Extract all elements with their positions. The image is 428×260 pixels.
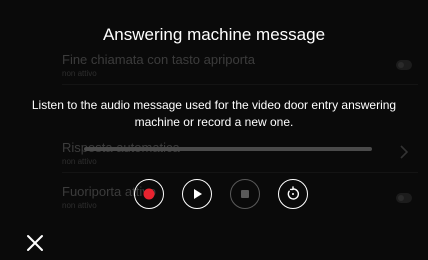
reset-button[interactable] bbox=[278, 179, 308, 209]
stop-icon bbox=[241, 190, 249, 198]
divider bbox=[62, 172, 418, 173]
play-icon bbox=[194, 189, 202, 199]
answering-machine-screen: Fine chiamata con tasto apriporta non at… bbox=[0, 0, 428, 260]
close-button[interactable] bbox=[24, 232, 46, 254]
divider bbox=[62, 84, 418, 85]
toggle-switch bbox=[396, 193, 412, 203]
record-icon bbox=[143, 188, 155, 200]
toggle-switch bbox=[396, 60, 412, 70]
dialog-title: Answering machine message bbox=[102, 25, 326, 44]
list-item: Risposta automatica non attivo bbox=[62, 140, 180, 166]
stop-button[interactable] bbox=[230, 179, 260, 209]
record-button[interactable] bbox=[134, 179, 164, 209]
list-item: Fine chiamata con tasto apriporta non at… bbox=[62, 52, 255, 78]
restore-icon bbox=[287, 186, 299, 200]
list-item-title: Fine chiamata con tasto apriporta bbox=[62, 52, 255, 67]
chevron-right-icon bbox=[400, 145, 409, 159]
list-item-status: non attivo bbox=[62, 69, 97, 78]
list-item-status: non attivo bbox=[62, 157, 97, 166]
close-icon bbox=[27, 235, 43, 251]
dialog-description: Listen to the audio message used for the… bbox=[31, 98, 397, 129]
audio-progress-bar[interactable] bbox=[84, 147, 372, 151]
play-button[interactable] bbox=[182, 179, 212, 209]
